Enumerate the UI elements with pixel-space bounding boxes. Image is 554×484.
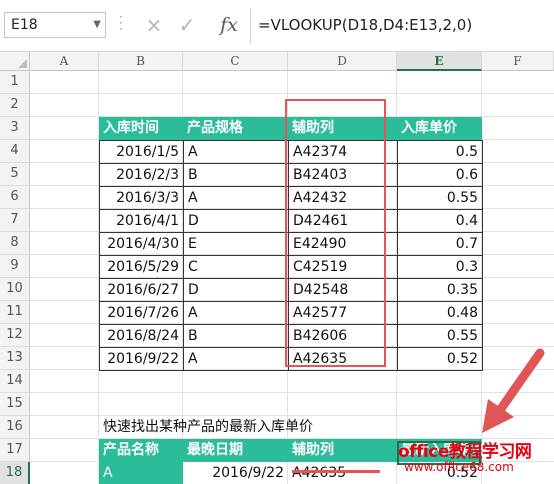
row-header-10[interactable]: 10 xyxy=(0,278,30,301)
row-header-11[interactable]: 11 xyxy=(0,301,30,324)
lookup-value-cell[interactable]: A42635 xyxy=(288,462,397,484)
table-cell[interactable]: 0.7 xyxy=(397,232,483,256)
lookup-value-cell[interactable]: A xyxy=(99,462,183,484)
row-header-13[interactable]: 13 xyxy=(0,347,30,370)
lookup-caption[interactable]: 快速找出某种产品的最新入库单价 xyxy=(99,416,399,439)
row-header-1[interactable]: 1 xyxy=(0,71,30,94)
lookup-header-cell[interactable]: 最晚日期 xyxy=(183,439,288,462)
table-cell[interactable]: 2016/5/29 xyxy=(99,255,184,279)
table-cell[interactable]: 2016/6/27 xyxy=(99,278,184,302)
name-box-value: E18 xyxy=(11,17,38,33)
select-all-button[interactable] xyxy=(0,52,30,71)
table-cell[interactable]: 2016/8/24 xyxy=(99,324,184,348)
table-cell[interactable]: 2016/7/26 xyxy=(99,301,184,325)
row-header-5[interactable]: 5 xyxy=(0,163,30,186)
cancel-button[interactable]: × xyxy=(137,12,171,38)
column-header-a[interactable]: A xyxy=(30,52,99,71)
lookup-value-cell[interactable]: 2016/9/22 xyxy=(183,462,288,484)
table-cell[interactable]: 0.52 xyxy=(397,347,483,371)
insert-function-button[interactable]: fx xyxy=(211,12,247,38)
table-cell[interactable]: 2016/2/3 xyxy=(99,163,184,187)
spreadsheet-window: E18 ▼ · · · × ✓ fx =VLOOKUP(D18,D4:E13,2,0… xyxy=(0,0,554,484)
drag-handle-icon[interactable]: · · · xyxy=(119,11,127,35)
table-header-cell[interactable]: 产品规格 xyxy=(183,117,288,140)
formula-bar: E18 ▼ · · · × ✓ fx =VLOOKUP(D18,D4:E13,2,0… xyxy=(0,0,554,52)
table-cell[interactable]: 0.48 xyxy=(397,301,483,325)
grid-line-horizontal xyxy=(30,392,554,393)
row-header-18[interactable]: 18 xyxy=(0,462,30,484)
lookup-header-cell[interactable]: 产品名称 xyxy=(99,439,183,462)
table-cell[interactable]: E xyxy=(183,232,289,256)
row-header-17[interactable]: 17 xyxy=(0,439,30,462)
table-header-cell[interactable]: 入库单价 xyxy=(397,117,482,140)
column-header-e[interactable]: E xyxy=(397,52,482,71)
table-cell[interactable]: 2016/3/3 xyxy=(99,186,184,210)
chevron-down-icon[interactable]: ▼ xyxy=(93,13,101,37)
watermark-title: office教程学习网 xyxy=(398,442,532,462)
table-cell[interactable]: D xyxy=(183,278,289,302)
row-header-3[interactable]: 3 xyxy=(0,117,30,140)
formula-input[interactable]: =VLOOKUP(D18,D4:E13,2,0) xyxy=(258,12,472,38)
column-header-c[interactable]: C xyxy=(183,52,288,71)
row-header-2[interactable]: 2 xyxy=(0,94,30,117)
row-header-14[interactable]: 14 xyxy=(0,370,30,393)
table-cell[interactable]: 2016/1/5 xyxy=(99,140,184,164)
enter-button[interactable]: ✓ xyxy=(170,12,204,38)
table-cell[interactable]: D xyxy=(183,209,289,233)
row-header-9[interactable]: 9 xyxy=(0,255,30,278)
column-header-b[interactable]: B xyxy=(99,52,183,71)
arrow-icon xyxy=(482,348,545,433)
table-cell[interactable]: 0.5 xyxy=(397,140,483,164)
table-cell[interactable]: C xyxy=(183,255,289,279)
table-cell[interactable]: A xyxy=(183,301,289,325)
table-header-cell[interactable]: 入库时间 xyxy=(99,117,183,140)
table-cell[interactable]: 2016/4/30 xyxy=(99,232,184,256)
table-cell[interactable]: B xyxy=(183,163,289,187)
table-cell[interactable]: 0.35 xyxy=(397,278,483,302)
table-cell[interactable]: A xyxy=(183,140,289,164)
checkmark-icon: ✓ xyxy=(178,13,196,37)
row-header-7[interactable]: 7 xyxy=(0,209,30,232)
row-header-15[interactable]: 15 xyxy=(0,393,30,416)
row-header-4[interactable]: 4 xyxy=(0,140,30,163)
table-cell[interactable]: B xyxy=(183,324,289,348)
table-cell[interactable]: 2016/4/1 xyxy=(99,209,184,233)
column-header-f[interactable]: F xyxy=(482,52,554,71)
watermark: office教程学习网 www.office68.com xyxy=(398,437,538,479)
grid-line-horizontal xyxy=(30,93,554,94)
table-cell[interactable]: 0.6 xyxy=(397,163,483,187)
table-cell[interactable]: A xyxy=(183,186,289,210)
table-cell[interactable]: A xyxy=(183,347,289,371)
function-icon: fx xyxy=(220,14,238,36)
name-box[interactable]: E18 ▼ xyxy=(4,12,106,38)
table-cell[interactable]: 0.4 xyxy=(397,209,483,233)
table-cell[interactable]: 0.55 xyxy=(397,186,483,210)
underline-mark xyxy=(292,470,380,473)
watermark-url: www.office68.com xyxy=(404,460,514,474)
row-header-8[interactable]: 8 xyxy=(0,232,30,255)
table-cell[interactable]: 0.3 xyxy=(397,255,483,279)
table-cell[interactable]: 2016/9/22 xyxy=(99,347,184,371)
table-cell[interactable]: 0.55 xyxy=(397,324,483,348)
column-header-d[interactable]: D xyxy=(288,52,397,71)
highlight-box xyxy=(285,99,386,367)
row-header-16[interactable]: 16 xyxy=(0,416,30,439)
lookup-header-cell[interactable]: 辅助列 xyxy=(288,439,397,462)
row-header-12[interactable]: 12 xyxy=(0,324,30,347)
formula-bar-divider xyxy=(250,8,251,44)
row-header-6[interactable]: 6 xyxy=(0,186,30,209)
close-icon: × xyxy=(145,13,163,37)
